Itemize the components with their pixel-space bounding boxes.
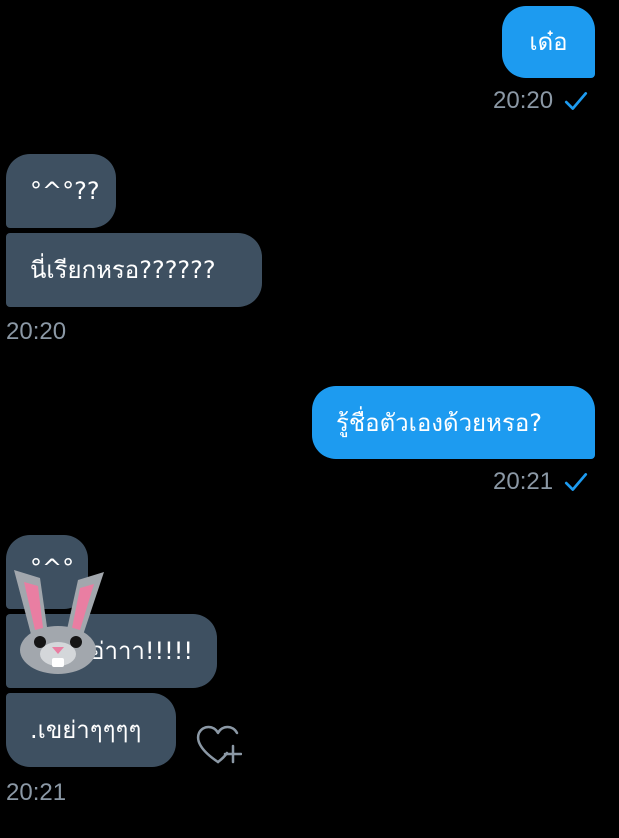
- message-text: °^°??: [30, 177, 100, 205]
- incoming-message-bubble[interactable]: .เขย่าๆๆๆๆ: [6, 693, 176, 767]
- incoming-message-bubble[interactable]: °^°??: [6, 154, 116, 228]
- bunny-sticker: [14, 570, 104, 674]
- message-meta: 20:20: [493, 86, 589, 116]
- message-meta: 20:21: [493, 467, 589, 497]
- add-reaction-heart-icon[interactable]: [194, 722, 242, 766]
- timestamp: 20:20: [493, 87, 554, 114]
- incoming-message-bubble[interactable]: นี่เรียกหรอ??????: [6, 233, 262, 307]
- timestamp: 20:20: [6, 318, 67, 345]
- message-text: .เขย่าๆๆๆๆ: [30, 716, 142, 744]
- outgoing-message-bubble[interactable]: เด๋อ: [502, 6, 595, 78]
- message-meta: 20:21: [6, 778, 66, 808]
- message-text: นี่เรียกหรอ??????: [30, 256, 216, 284]
- outgoing-message-bubble[interactable]: รู้ชื่อตัวเองด้วยหรอ?: [312, 386, 595, 459]
- timestamp: 20:21: [6, 779, 67, 806]
- message-text: เด๋อ: [529, 28, 568, 56]
- message-meta: 20:20: [6, 317, 66, 347]
- message-text: รู้ชื่อตัวเองด้วยหรอ?: [336, 408, 542, 437]
- checkmark-icon: [564, 473, 588, 491]
- timestamp: 20:21: [493, 468, 554, 495]
- checkmark-icon: [564, 92, 588, 110]
